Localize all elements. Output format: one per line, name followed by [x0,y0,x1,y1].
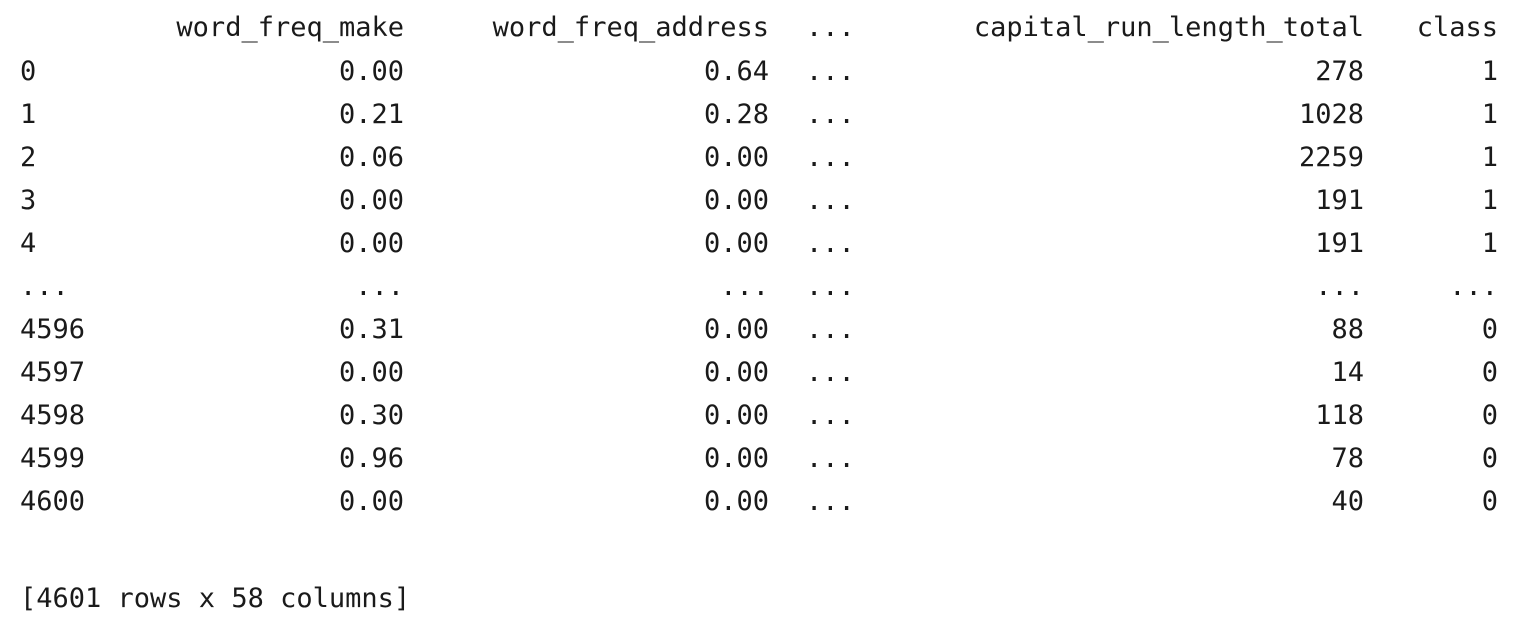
table-cell: 0.00 [703,443,769,474]
dataframe-shape-summary: [4601 rows x 58 columns] [20,583,411,614]
table-cell: 14 [1331,357,1364,388]
table-cell: ... [806,185,855,216]
table-cell: 118 [1315,400,1364,431]
table-cell: 0.00 [703,486,769,517]
table-row: 2 0.06 0.00 ... 2259 1 [0,136,1515,180]
table-cell: ... [806,357,855,388]
table-cell: 191 [1315,185,1364,216]
table-row: 4598 0.30 0.00 ... 118 0 [0,394,1515,438]
table-cell: ... [806,142,855,173]
row-index: 1 [20,99,37,130]
table-cell: 1 [1481,142,1498,173]
table-cell: 2259 [1298,142,1364,173]
table-cell: 0.00 [703,357,769,388]
table-cell: ... [1449,271,1498,302]
table-cell: ... [806,99,855,130]
table-row: 0 0.00 0.64 ... 278 1 [0,50,1515,94]
row-index: ... [20,271,69,302]
table-cell: 0.30 [338,400,404,431]
table-cell: 278 [1315,56,1364,87]
table-cell: ... [355,271,404,302]
table-row: 4597 0.00 0.00 ... 14 0 [0,351,1515,395]
table-cell: 0 [1481,357,1498,388]
table-row: 4 0.00 0.00 ... 191 1 [0,222,1515,266]
row-index: 4 [20,228,37,259]
row-index: 4599 [20,443,86,474]
table-cell: 0 [1481,400,1498,431]
table-cell: ... [806,228,855,259]
table-cell: 0 [1481,486,1498,517]
row-index: 3 [20,185,37,216]
table-row: 4599 0.96 0.00 ... 78 0 [0,437,1515,481]
table-cell: ... [806,314,855,345]
column-header: ... [806,12,855,43]
column-header: word_freq_make [176,12,404,43]
table-cell: 78 [1331,443,1364,474]
table-cell: 0.00 [703,142,769,173]
table-row: 4596 0.31 0.00 ... 88 0 [0,308,1515,352]
dataframe-output: word_freq_make word_freq_address ... cap… [0,0,1515,620]
table-cell: 40 [1331,486,1364,517]
table-cell: 0.00 [703,228,769,259]
table-cell: 1028 [1298,99,1364,130]
table-cell: 0.00 [338,486,404,517]
table-cell: ... [720,271,769,302]
table-cell: 0 [1481,443,1498,474]
table-cell: 0.21 [338,99,404,130]
table-cell: 0.00 [338,185,404,216]
table-cell: 88 [1331,314,1364,345]
table-cell: 0 [1481,314,1498,345]
table-cell: 1 [1481,228,1498,259]
table-cell: 0.00 [703,314,769,345]
row-index: 4600 [20,486,86,517]
row-index: 4598 [20,400,86,431]
ellipsis-row: ... ... ... ... ... ... [0,265,1515,309]
table-cell: 0.00 [338,357,404,388]
row-index: 0 [20,56,37,87]
column-header: capital_run_length_total [973,12,1364,43]
column-header: word_freq_address [492,12,769,43]
table-cell: 0.00 [338,56,404,87]
table-cell: 191 [1315,228,1364,259]
table-cell: ... [806,56,855,87]
table-cell: 0.00 [703,400,769,431]
table-cell: ... [806,400,855,431]
table-cell: 1 [1481,99,1498,130]
column-header: class [1416,12,1498,43]
table-cell: 0.96 [338,443,404,474]
table-cell: ... [806,443,855,474]
table-row: 3 0.00 0.00 ... 191 1 [0,179,1515,223]
row-index: 2 [20,142,37,173]
table-cell: 0.00 [703,185,769,216]
table-cell: 0.00 [338,228,404,259]
table-cell: 0.28 [703,99,769,130]
table-cell: 0.06 [338,142,404,173]
table-cell: ... [1315,271,1364,302]
header-row: word_freq_make word_freq_address ... cap… [0,6,1515,50]
table-cell: 1 [1481,56,1498,87]
table-cell: ... [806,271,855,302]
row-index: 4597 [20,357,86,388]
table-cell: 0.31 [338,314,404,345]
row-index: 4596 [20,314,86,345]
table-row: 1 0.21 0.28 ... 1028 1 [0,93,1515,137]
table-cell: ... [806,486,855,517]
table-row: 4600 0.00 0.00 ... 40 0 [0,480,1515,524]
table-cell: 0.64 [703,56,769,87]
table-cell: 1 [1481,185,1498,216]
